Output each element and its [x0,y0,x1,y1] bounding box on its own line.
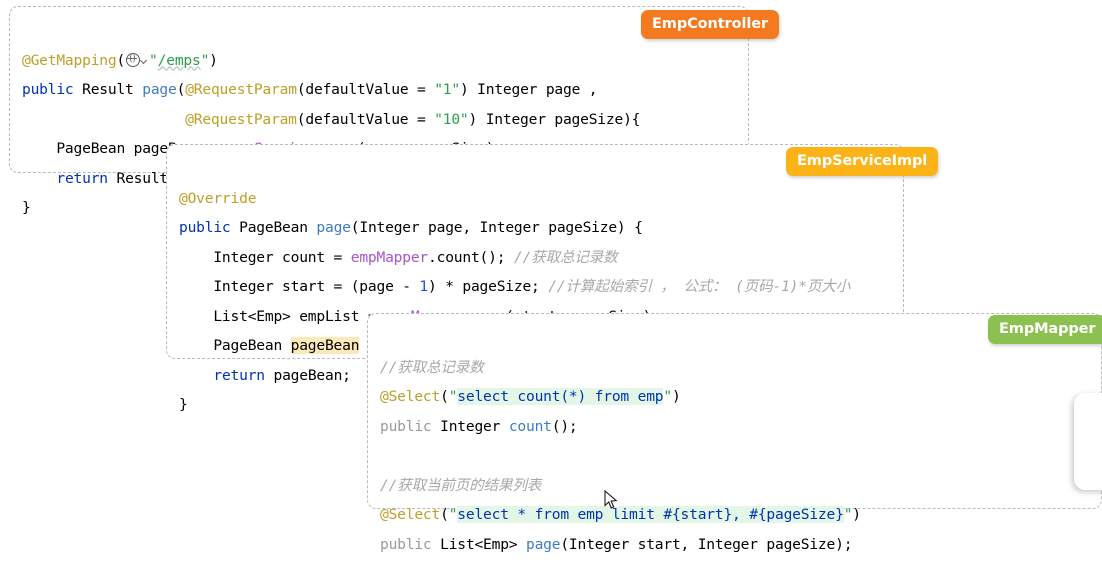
keyword-return: return [56,169,108,187]
comment-current-page-list: //获取当前页的结果列表 [380,476,542,494]
param-page: ) Integer page , [459,81,598,98]
params: (Integer start, Integer pageSize); [560,535,853,553]
declaration-start: Integer start = (page - [179,278,420,295]
annotation-requestparam: @RequestParam [185,81,297,98]
code-line: @GetMapping( "/emps") [22,52,218,69]
declaration-emplist: List<Emp> empList = [179,307,386,325]
code-line [380,447,389,464]
params: (Integer page, Integer pageSize) { [350,219,643,236]
code-line: @Select("select count(*) from emp") [380,388,681,405]
annotation-getmapping[interactable]: @GetMapping [22,52,117,69]
keyword-public: public [179,219,231,236]
code-line: //获取当前页的结果列表 [380,477,541,494]
annotation-select: @Select [380,388,441,405]
code-line: public Integer count(); [380,418,578,435]
comment-start-index-formula: //计算起始索引 ， 公式： (页码-1)*页大小 [548,278,851,295]
param-pagesize: ) Integer pageSize){ [468,110,641,128]
string-literal: "10" [434,110,469,128]
comment-total-records: //获取总记录数 [380,358,484,376]
quote: " [843,506,853,523]
code-line: @RequestParam(defaultValue = "10") Integ… [22,111,640,128]
return-value: pageBean; [264,366,351,384]
punct: ( [176,81,186,98]
class-badge-empserviceimpl: EmpServiceImpl [786,147,939,176]
keyword-return: return [213,366,265,384]
keyword-public: public [380,535,432,553]
punct: ( [116,51,126,69]
closing-brace: } [22,199,31,216]
code-line: public Result page(@RequestParam(default… [22,81,598,98]
params: (); [551,417,578,435]
type-pagebean: PageBean [230,219,317,236]
number-literal: 1 [419,278,429,295]
code-block-empmapper[interactable]: //获取总记录数 @Select("select count(*) from e… [368,314,873,568]
code-line: Integer count = empMapper.count(); //获取总… [179,249,617,266]
punct: ) [671,388,681,405]
code-line: @Select("select * from emp limit #{start… [380,506,861,523]
param-defaultvalue: (defaultValue = [296,81,435,98]
quote: " [200,51,210,69]
punct: ( [440,388,449,405]
code-line: Integer start = (page - 1) * pageSize; /… [179,278,850,295]
type-pagebean: PageBean [179,337,291,354]
annotation-select: @Select [380,506,441,523]
method-name-page: page [316,219,351,236]
type-integer: Integer [431,417,509,435]
edge-popup-panel[interactable] [1074,393,1102,490]
keyword-public: public [380,417,432,435]
annotation-requestparam: @RequestParam [185,110,297,128]
field-empmapper: empMapper [350,248,429,266]
code-line: public PageBean page(Integer page, Integ… [179,219,643,236]
punct: ( [440,506,449,523]
code-line: public List<Emp> page(Integer start, Int… [380,536,852,553]
method-name-count: count [508,417,552,435]
highlighted-identifier-pagebean: pageBean [290,337,360,354]
code-line: //获取总记录数 [380,359,484,376]
closing-brace: } [179,396,188,413]
string-literal: "1" [434,81,460,98]
comment-total-records: //获取总记录数 [513,248,618,266]
type-list-emp: List<Emp> [431,535,526,553]
quote: " [448,388,458,405]
quote: " [448,506,458,523]
quote: " [663,388,672,405]
sql-fragment-count: select count(*) from emp [457,388,664,405]
sql-fragment-limit: select * from emp limit #{start}, #{page… [457,506,844,523]
expression: ) * pageSize; [428,278,549,295]
class-badge-empmapper: EmpMapper [988,315,1102,344]
keyword-public: public [22,81,74,98]
code-line: } [179,396,188,413]
punct: ) [209,51,218,69]
punct: ) [852,506,861,523]
type-result: Result [73,81,143,98]
globe-icon[interactable] [126,52,141,67]
url-literal-emps[interactable]: /emps [158,52,201,69]
declaration-count: Integer count = [179,248,351,266]
code-line: @Override [179,190,256,207]
code-line: } [22,199,31,216]
code-line: return pageBean; [179,367,351,384]
method-name-page: page [525,535,561,553]
quote: " [149,51,158,69]
annotation-override: @Override [179,189,257,207]
chevron-down-icon[interactable] [140,57,149,66]
method-name-page: page [142,81,177,98]
class-badge-empcontroller: EmpController [641,10,779,39]
param-defaultvalue: (defaultValue = [296,110,435,128]
method-call-count: .count(); [428,248,514,266]
